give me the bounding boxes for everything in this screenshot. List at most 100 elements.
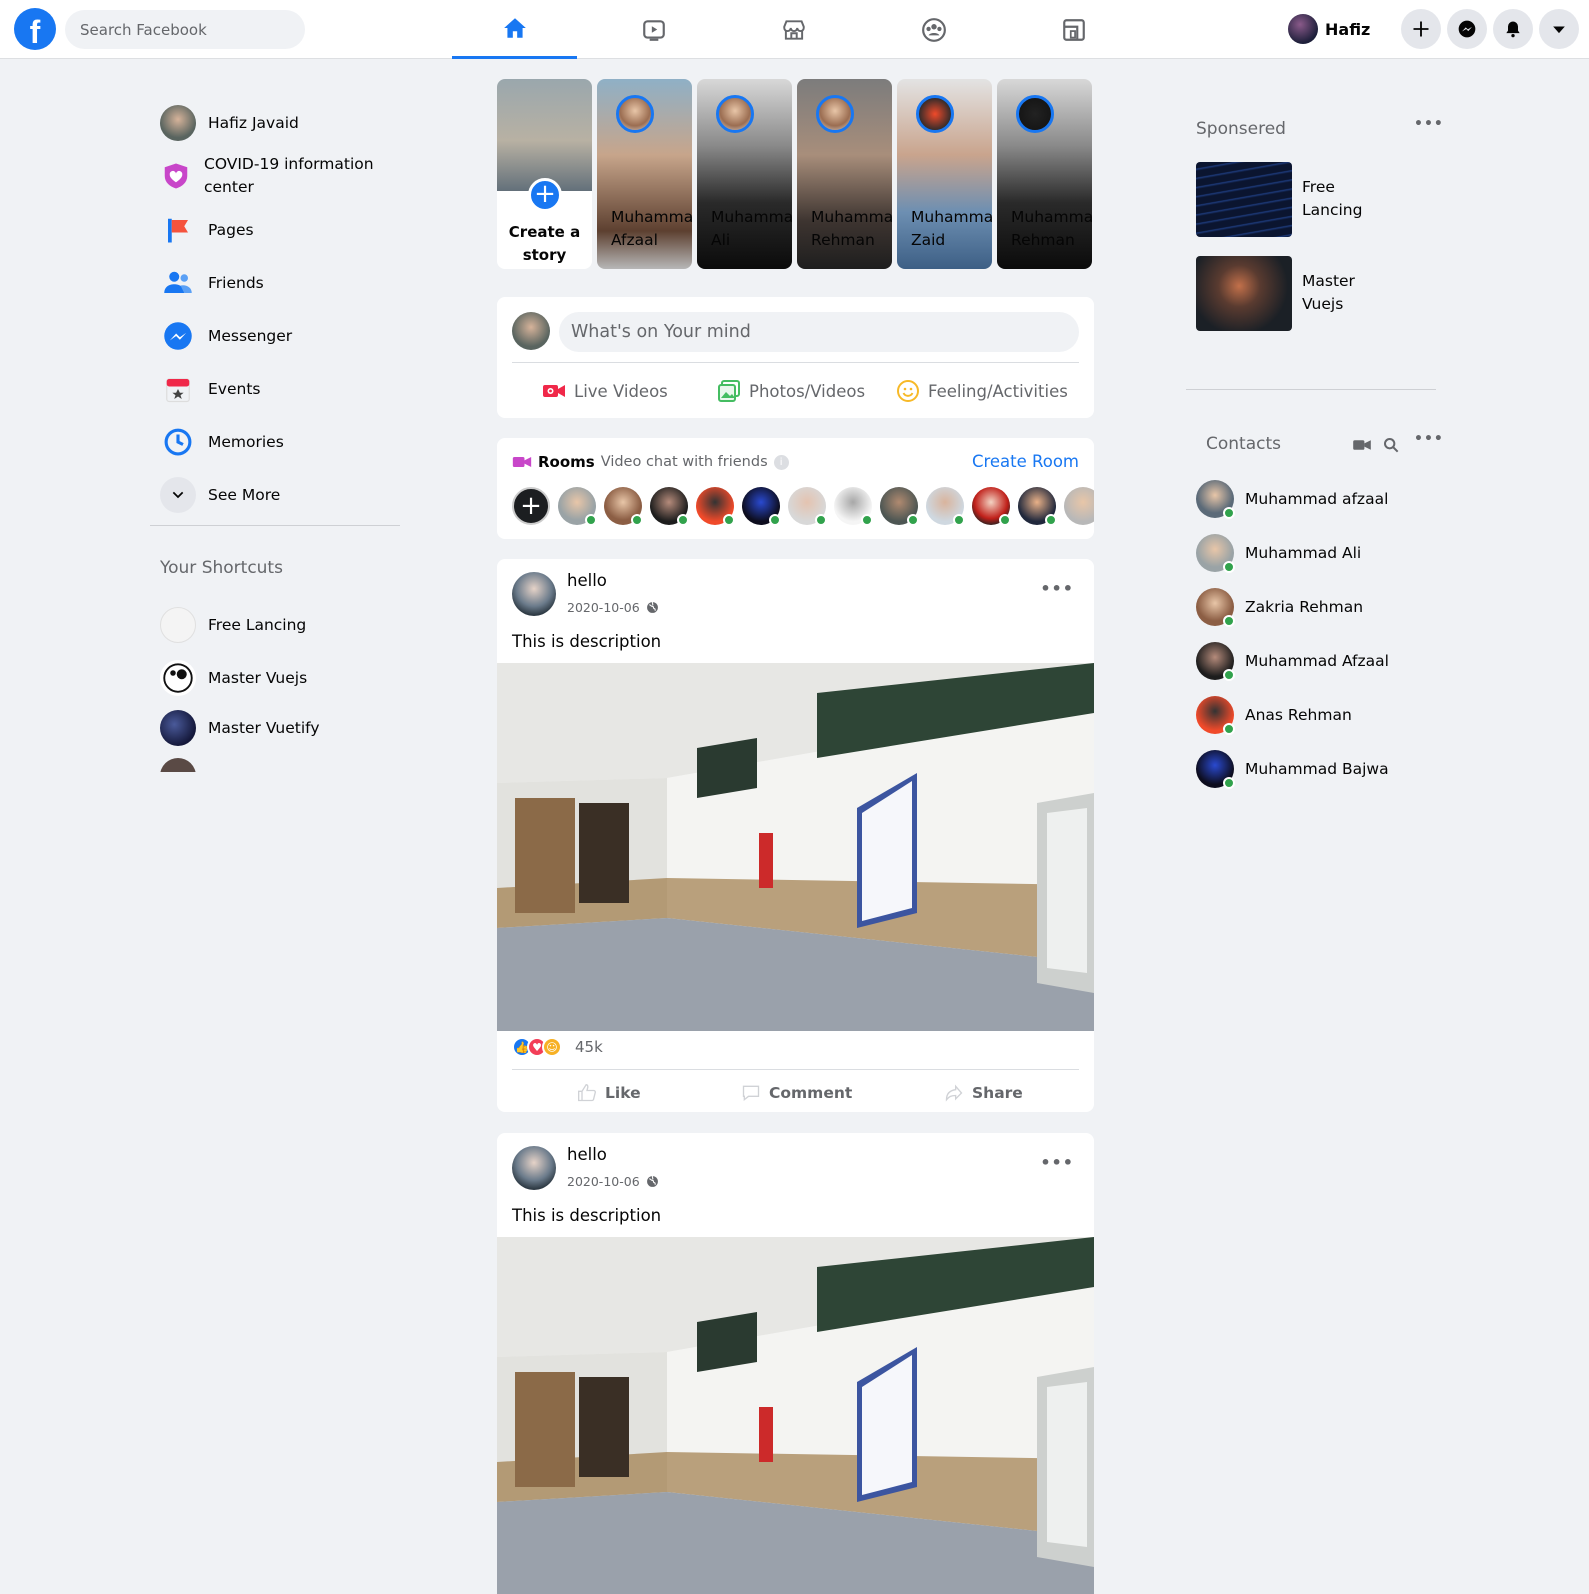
sidebar-item-pages[interactable]: Pages — [150, 203, 400, 256]
feeling-activity-button[interactable]: Feeling/Activities — [896, 374, 1068, 408]
photo-icon — [718, 380, 740, 402]
story-card[interactable]: Muhammad Rehman — [997, 79, 1092, 269]
divider — [512, 362, 1079, 363]
room-friend-avatar[interactable] — [558, 487, 597, 526]
story-card[interactable]: Muhammad Afzaal — [597, 79, 692, 269]
reaction-summary[interactable]: 👍 ♥ ☺ 45k — [512, 1037, 603, 1057]
profile-chip[interactable]: Hafiz — [1288, 14, 1370, 44]
nav-tab-marketplace[interactable] — [731, 0, 856, 59]
shortcut-label: Master Vuetify — [208, 719, 320, 737]
sponsored-item[interactable]: Master Vuejs — [1196, 255, 1446, 331]
story-avatar — [616, 95, 654, 133]
story-card[interactable]: Muhammad Zaid — [897, 79, 992, 269]
story-author-name: Muhammad Ali — [711, 208, 792, 249]
friends-icon — [164, 271, 192, 293]
contact-name: Muhammad afzaal — [1245, 490, 1389, 508]
post-date[interactable]: 2020-10-06 — [567, 1174, 640, 1189]
room-friend-avatar[interactable] — [834, 487, 873, 526]
create-story-card[interactable]: + Create a story — [497, 79, 592, 269]
post-author[interactable]: hello — [567, 571, 607, 590]
contact-item[interactable]: Anas Rehman — [1196, 695, 1352, 735]
contact-item[interactable]: Muhammad afzaal — [1196, 479, 1388, 519]
info-icon[interactable]: i — [773, 454, 789, 470]
more-options-icon[interactable]: ••• — [1414, 431, 1444, 447]
search-input[interactable] — [65, 10, 305, 49]
clock-icon — [164, 428, 192, 455]
sidebar-item-messenger[interactable]: Messenger — [150, 309, 400, 362]
avatar — [1196, 642, 1235, 681]
search-icon[interactable] — [1383, 437, 1399, 453]
caret-down-icon — [1553, 26, 1565, 34]
post-meta: 2020-10-06 — [567, 600, 659, 615]
see-more-button[interactable]: See More — [150, 468, 400, 521]
contact-item[interactable]: Muhammad Ali — [1196, 533, 1361, 573]
sponsored-thumbnail — [1196, 255, 1292, 331]
post-image[interactable] — [497, 1237, 1094, 1594]
photo-video-button[interactable]: Photos/Videos — [717, 374, 865, 408]
avatar — [1288, 14, 1318, 44]
sidebar-item-events[interactable]: Events — [150, 362, 400, 415]
room-friend-avatar[interactable] — [1018, 487, 1057, 526]
nav-tab-groups[interactable] — [871, 0, 996, 59]
more-options-icon[interactable]: ••• — [1040, 1153, 1074, 1172]
create-room-button[interactable]: Create Room — [972, 452, 1079, 471]
story-card[interactable]: Muhammad Ali — [697, 79, 792, 269]
post-composer: Live Videos Photos/Videos Feeling/Activi… — [497, 297, 1094, 418]
room-friend-avatar[interactable] — [604, 487, 643, 526]
marketplace-icon — [782, 19, 805, 40]
video-camera-icon[interactable] — [1352, 437, 1372, 453]
room-friend-avatar[interactable] — [880, 487, 919, 526]
like-button[interactable]: Like — [577, 1078, 641, 1108]
sidebar-item-friends[interactable]: Friends — [150, 256, 400, 309]
room-friend-avatar[interactable] — [696, 487, 735, 526]
avatar[interactable] — [512, 572, 556, 616]
nav-tab-gaming[interactable] — [1011, 0, 1136, 59]
top-navigation-bar: f Hafiz — [0, 0, 1589, 59]
comment-button[interactable]: Comment — [741, 1078, 852, 1108]
more-options-icon[interactable]: ••• — [1414, 116, 1444, 132]
create-room-plus-icon[interactable]: + — [512, 487, 550, 525]
live-video-button[interactable]: Live Videos — [542, 374, 668, 408]
sponsored-item[interactable]: Free Lancing — [1196, 161, 1446, 237]
contact-item[interactable]: Muhammad Afzaal — [1196, 641, 1389, 681]
shortcut-label: Free Lancing — [208, 615, 307, 634]
room-friend-avatar[interactable] — [972, 487, 1011, 526]
contact-item[interactable]: Muhammad Bajwa — [1196, 749, 1389, 789]
status-input[interactable] — [559, 312, 1079, 352]
room-friend-avatar[interactable] — [650, 487, 689, 526]
sidebar-item-label: See More — [208, 485, 281, 504]
plus-icon: + — [528, 178, 562, 212]
nav-tab-home[interactable] — [452, 0, 577, 59]
account-menu-button[interactable] — [1539, 9, 1579, 49]
nav-tab-watch[interactable] — [591, 0, 716, 59]
post-date[interactable]: 2020-10-06 — [567, 600, 640, 615]
home-icon — [503, 18, 526, 38]
notifications-button[interactable] — [1493, 9, 1533, 49]
share-button[interactable]: Share — [944, 1078, 1023, 1108]
room-friend-avatar[interactable] — [1064, 487, 1094, 525]
messenger-button[interactable] — [1447, 9, 1487, 49]
create-button[interactable] — [1401, 9, 1441, 49]
shortcut-item[interactable]: Master Vuetify — [150, 704, 400, 752]
room-friend-avatar[interactable] — [742, 487, 781, 526]
contact-name: Anas Rehman — [1245, 706, 1352, 724]
room-friend-avatar[interactable] — [788, 487, 827, 526]
bell-icon — [1506, 21, 1520, 38]
sidebar-item-profile[interactable]: Hafiz Javaid — [150, 96, 400, 149]
contact-item[interactable]: Zakria Rehman — [1196, 587, 1363, 627]
avatar[interactable] — [512, 1146, 556, 1190]
post-image[interactable] — [497, 663, 1094, 1031]
story-author-name: Muhammad Rehman — [811, 208, 892, 249]
sidebar-item-memories[interactable]: Memories — [150, 415, 400, 468]
sidebar-item-covid[interactable]: COVID-19 information center — [150, 149, 400, 203]
room-friend-avatar[interactable] — [926, 487, 965, 526]
shortcut-item[interactable]: Master Vuejs — [150, 651, 400, 704]
button-label: Live Videos — [574, 381, 668, 401]
story-avatar — [716, 95, 754, 133]
post-author[interactable]: hello — [567, 1145, 607, 1164]
rooms-card: Rooms Video chat with friends i Create R… — [497, 438, 1094, 539]
shortcut-item[interactable]: Free Lancing — [150, 598, 400, 651]
facebook-logo[interactable]: f — [14, 8, 56, 50]
story-card[interactable]: Muhammad Rehman — [797, 79, 892, 269]
more-options-icon[interactable]: ••• — [1040, 579, 1074, 598]
